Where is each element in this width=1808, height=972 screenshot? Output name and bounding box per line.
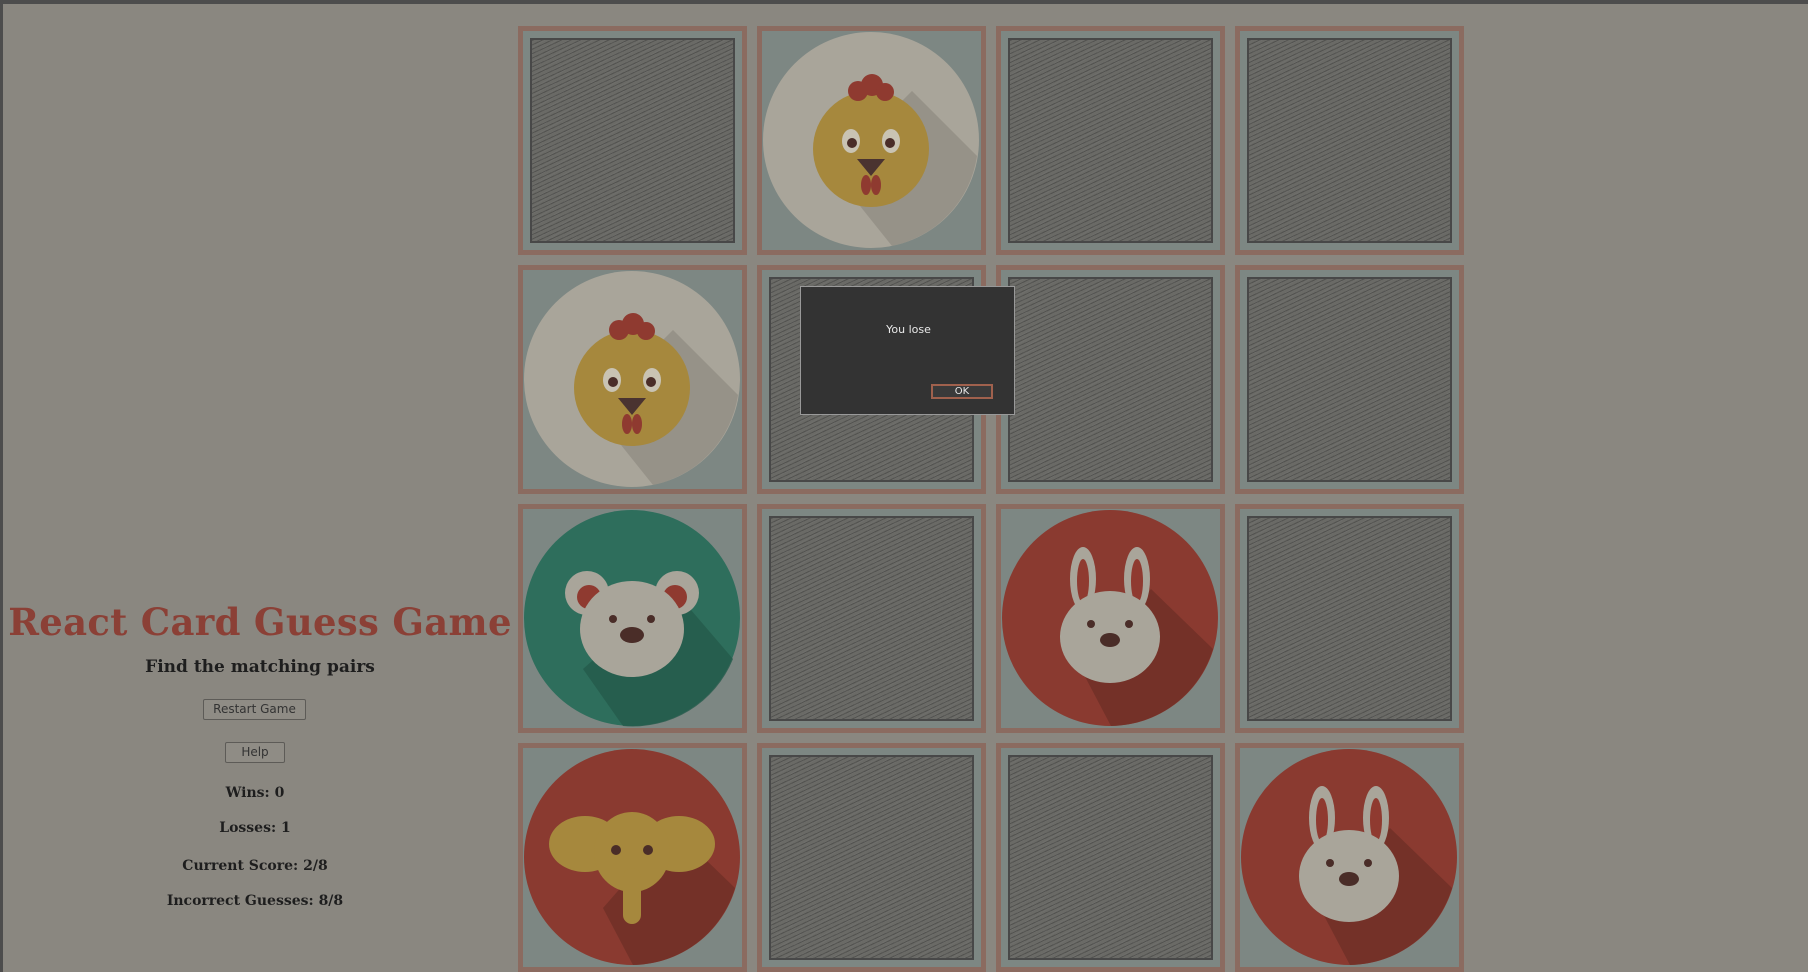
card-back-pattern [1008, 277, 1213, 482]
alert-dialog: You lose OK [800, 286, 1015, 415]
card-back-pattern [769, 755, 974, 960]
card[interactable] [518, 504, 747, 733]
wins-counter: Wins: 0 [225, 785, 285, 801]
page-subtitle: Find the matching pairs [145, 657, 375, 677]
card-back-pattern [1247, 38, 1452, 243]
dialog-message: You lose [886, 323, 931, 336]
card[interactable] [996, 504, 1225, 733]
card[interactable] [518, 265, 747, 494]
card-back-pattern [1008, 38, 1213, 243]
card[interactable] [1235, 743, 1464, 972]
card-back-pattern [1247, 516, 1452, 721]
card-back-pattern [1008, 755, 1213, 960]
incorrect-guesses: Incorrect Guesses: 8/8 [166, 893, 344, 909]
card-back-pattern [1247, 277, 1452, 482]
top-border [0, 0, 1808, 4]
card[interactable] [1235, 265, 1464, 494]
card[interactable] [996, 743, 1225, 972]
card[interactable] [1235, 504, 1464, 733]
card[interactable] [757, 743, 986, 972]
card[interactable] [757, 26, 986, 255]
card[interactable] [518, 26, 747, 255]
card-back-pattern [769, 516, 974, 721]
card-board [518, 26, 1464, 972]
card[interactable] [996, 265, 1225, 494]
losses-counter: Losses: 1 [219, 820, 291, 836]
page-title: React Card Guess Game [8, 600, 512, 644]
ok-button[interactable]: OK [931, 384, 993, 399]
card[interactable] [757, 504, 986, 733]
card[interactable] [996, 26, 1225, 255]
card[interactable] [1235, 26, 1464, 255]
restart-game-button[interactable]: Restart Game [203, 699, 306, 720]
card-back-pattern [530, 38, 735, 243]
help-button[interactable]: Help [225, 742, 285, 763]
current-score: Current Score: 2/8 [182, 858, 328, 874]
card[interactable] [518, 743, 747, 972]
